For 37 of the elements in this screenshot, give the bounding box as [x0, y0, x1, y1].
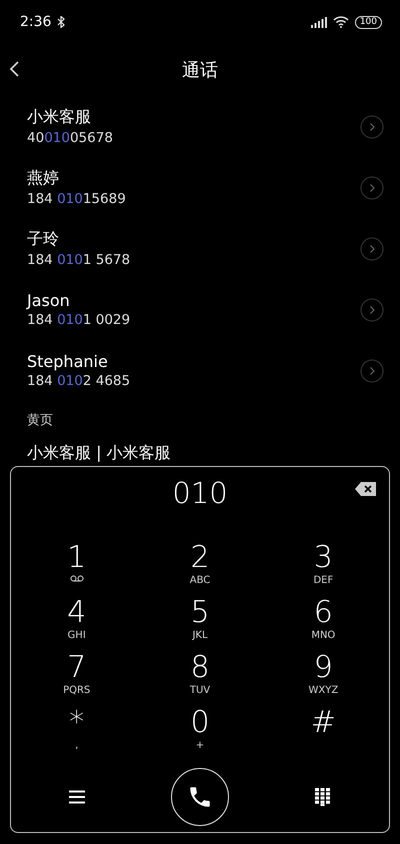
bluetooth-icon: [57, 16, 66, 28]
backspace-icon[interactable]: [355, 481, 377, 497]
contact-name: 子玲: [27, 229, 60, 250]
number-field[interactable]: 010: [140, 476, 260, 510]
dial-key[interactable]: 5 JKL: [138, 596, 262, 648]
menu-button[interactable]: [68, 790, 85, 804]
dial-key[interactable]: #: [262, 706, 385, 758]
signal-icon: [310, 16, 327, 28]
back-icon[interactable]: [8, 60, 20, 78]
contact-name: Stephanie: [27, 352, 109, 371]
voicemail-icon: [70, 575, 84, 583]
call-button[interactable]: [170, 768, 229, 826]
section-heading: 黄页: [26, 412, 54, 430]
contact-name: 小米客服: [27, 107, 92, 128]
dial-key[interactable]: 9 WXYZ: [262, 651, 385, 703]
dial-key[interactable]: 2 ABC: [138, 541, 262, 593]
status-time: 2:36: [20, 14, 52, 30]
dial-key[interactable]: 4 GHI: [15, 596, 138, 648]
dial-key[interactable]: * ,: [15, 706, 138, 758]
dialpad-icon[interactable]: [315, 788, 332, 806]
phone-number: 184 01015689: [27, 191, 127, 207]
dial-key[interactable]: 7 PQRS: [15, 651, 138, 703]
wifi-icon: [332, 16, 349, 28]
page-title: 通话: [182, 59, 218, 82]
battery-level: 100: [354, 16, 382, 28]
contact-name: 燕婷: [27, 168, 60, 189]
dial-key[interactable]: 6 MNO: [262, 596, 385, 648]
contact-name: Jason: [27, 291, 71, 310]
listing-name: 小米客服 | 小米客服: [26, 443, 172, 464]
dial-key[interactable]: 3 DEF: [262, 541, 385, 593]
dial-key[interactable]: 1: [15, 541, 138, 593]
phone-number: 184 0101 0029: [27, 312, 132, 328]
phone-number: 184 0101 5678: [27, 252, 132, 268]
phone-number: 184 0102 4685: [27, 373, 132, 389]
dial-key[interactable]: 0 +: [138, 706, 262, 758]
dial-key[interactable]: 8 TUV: [138, 651, 262, 703]
phone-number: 4001005678: [27, 130, 114, 146]
